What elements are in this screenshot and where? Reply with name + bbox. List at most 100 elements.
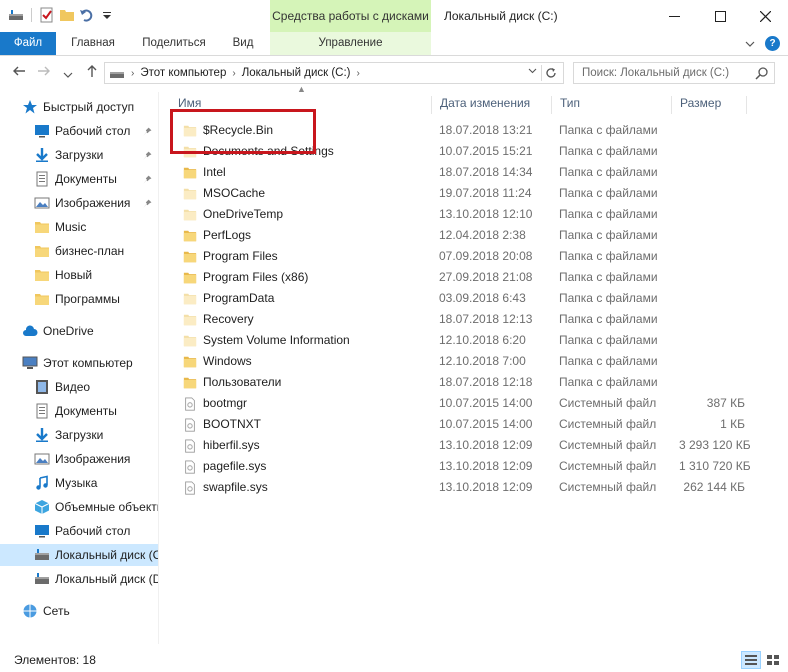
column-header-date[interactable]: Дата изменения bbox=[432, 96, 552, 114]
system-file-icon bbox=[185, 438, 195, 453]
properties-icon[interactable] bbox=[39, 7, 55, 23]
details-view-button[interactable] bbox=[741, 651, 761, 669]
refresh-button[interactable] bbox=[541, 65, 559, 81]
address-dropdown-button[interactable] bbox=[528, 66, 537, 77]
maximize-button[interactable] bbox=[697, 0, 743, 32]
system-file-icon bbox=[185, 396, 195, 411]
file-date: 12.04.2018 2:38 bbox=[439, 228, 526, 242]
sidebar-item[interactable]: Новый bbox=[0, 264, 158, 286]
sidebar-item[interactable]: Этот компьютер bbox=[0, 352, 158, 374]
file-size bbox=[679, 372, 745, 393]
up-button[interactable] bbox=[85, 64, 99, 82]
search-input[interactable]: Поиск: Локальный диск (C:) bbox=[573, 62, 775, 84]
sidebar-item-label: Видео bbox=[55, 380, 91, 394]
file-type: Папка с файлами bbox=[559, 312, 658, 326]
sidebar-item[interactable]: OneDrive bbox=[0, 320, 158, 342]
file-row[interactable]: ProgramData 03.09.2018 6:43 Папка с файлам… bbox=[170, 288, 760, 309]
sidebar-item[interactable]: Музыка bbox=[0, 472, 158, 494]
drive-icon[interactable] bbox=[8, 7, 24, 23]
sidebar-item[interactable]: Рабочий стол bbox=[0, 120, 158, 142]
file-type: Папка с файлами bbox=[559, 144, 658, 158]
close-button[interactable] bbox=[742, 0, 788, 32]
file-row[interactable]: Program Files (x86) 27.09.2018 21:08 Папка… bbox=[170, 267, 760, 288]
expand-ribbon-icon[interactable] bbox=[745, 39, 755, 49]
sidebar-item[interactable]: Изображения bbox=[0, 448, 158, 470]
new-folder-icon[interactable] bbox=[59, 7, 75, 23]
sidebar-item[interactable]: бизнес-план bbox=[0, 240, 158, 262]
video-icon bbox=[36, 380, 48, 394]
sidebar-item[interactable]: Music bbox=[0, 216, 158, 238]
file-row[interactable]: BOOTNXT 10.07.2015 14:00 Системный файл 1 К… bbox=[170, 414, 760, 435]
breadcrumb-separator[interactable]: › bbox=[131, 68, 134, 79]
column-header-size[interactable]: Размер bbox=[672, 96, 747, 114]
maximize-icon bbox=[714, 10, 726, 22]
tab-home[interactable]: Главная bbox=[62, 32, 124, 55]
file-name-cell: OneDriveTemp bbox=[182, 204, 283, 225]
folder-icon bbox=[183, 251, 197, 262]
sidebar-item[interactable]: Локальный диск (D:) bbox=[0, 568, 158, 590]
undo-icon[interactable] bbox=[79, 7, 95, 23]
sidebar-item[interactable]: Изображения bbox=[0, 192, 158, 214]
back-button[interactable] bbox=[12, 64, 26, 82]
folder-icon bbox=[183, 272, 197, 283]
help-icon[interactable]: ? bbox=[765, 36, 780, 51]
cloud-icon bbox=[23, 325, 38, 336]
file-name-cell: System Volume Information bbox=[182, 330, 350, 351]
sidebar-item-label: Рабочий стол bbox=[55, 124, 131, 138]
file-row[interactable]: Intel 18.07.2018 14:34 Папка с файлами bbox=[170, 162, 760, 183]
file-row[interactable]: Пользователи 18.07.2018 12:18 Папка с файл… bbox=[170, 372, 760, 393]
file-row[interactable]: PerfLogs 12.04.2018 2:38 Папка с файлами bbox=[170, 225, 760, 246]
file-date: 10.07.2015 14:00 bbox=[439, 396, 533, 410]
tab-file[interactable]: Файл bbox=[0, 32, 56, 55]
address-row: › Этот компьютер › Локальный диск (C:) ›… bbox=[0, 57, 788, 89]
file-row[interactable]: System Volume Information 12.10.2018 6:20… bbox=[170, 330, 760, 351]
breadcrumb-local-disk[interactable]: Локальный диск (C:) bbox=[242, 67, 351, 79]
search-icon[interactable] bbox=[755, 66, 769, 80]
file-row[interactable]: Program Files 07.09.2018 20:08 Папка с фай… bbox=[170, 246, 760, 267]
file-row[interactable]: pagefile.sys 13.10.2018 12:09 Системный фа… bbox=[170, 456, 760, 477]
file-row[interactable]: swapfile.sys 13.10.2018 12:09 Системный фа… bbox=[170, 477, 760, 498]
sidebar-item-label: Изображения bbox=[55, 196, 131, 210]
file-row[interactable]: OneDriveTemp 13.10.2018 12:10 Папка с файл… bbox=[170, 204, 760, 225]
sidebar-item[interactable]: Видео bbox=[0, 376, 158, 398]
file-row[interactable]: bootmgr 10.07.2015 14:00 Системный файл 387… bbox=[170, 393, 760, 414]
file-row[interactable]: hiberfil.sys 13.10.2018 12:09 Системный фа… bbox=[170, 435, 760, 456]
folder-icon bbox=[183, 335, 197, 346]
file-type: Системный файл bbox=[559, 396, 657, 410]
minimize-button[interactable] bbox=[651, 0, 697, 32]
file-row[interactable]: Windows 12.10.2018 7:00 Папка с файлами bbox=[170, 351, 760, 372]
sidebar-item[interactable]: Документы bbox=[0, 168, 158, 190]
file-row[interactable]: Recovery 18.07.2018 12:13 Папка с файлами bbox=[170, 309, 760, 330]
sidebar-item[interactable]: Рабочий стол bbox=[0, 520, 158, 542]
breadcrumb-this-pc[interactable]: Этот компьютер bbox=[140, 67, 226, 79]
tab-share[interactable]: Поделиться bbox=[134, 32, 214, 55]
sidebar-item-label: Документы bbox=[55, 404, 117, 418]
tab-view[interactable]: Вид bbox=[224, 32, 262, 55]
pane-divider[interactable] bbox=[158, 92, 159, 644]
tab-manage[interactable]: Управление bbox=[270, 32, 431, 55]
breadcrumb-separator[interactable]: › bbox=[357, 68, 360, 79]
sidebar-item[interactable]: Программы bbox=[0, 288, 158, 310]
address-bar[interactable]: › Этот компьютер › Локальный диск (C:) › bbox=[104, 62, 564, 84]
recent-locations-button[interactable] bbox=[63, 67, 73, 84]
sidebar-item[interactable]: Загрузки bbox=[0, 424, 158, 446]
3d-objects-icon bbox=[34, 500, 50, 514]
sidebar-item[interactable]: Локальный диск (C:) bbox=[0, 544, 158, 566]
large-icons-view-button[interactable] bbox=[763, 651, 783, 669]
customize-toolbar-icon[interactable] bbox=[99, 7, 115, 23]
sidebar-item[interactable]: Загрузки bbox=[0, 144, 158, 166]
breadcrumb-separator[interactable]: › bbox=[232, 68, 235, 79]
sidebar-item[interactable]: Быстрый доступ bbox=[0, 96, 158, 118]
column-header-type[interactable]: Тип bbox=[552, 96, 672, 114]
sidebar-item[interactable]: Объемные объекты bbox=[0, 496, 158, 518]
close-icon bbox=[759, 10, 771, 22]
sidebar-item[interactable]: Документы bbox=[0, 400, 158, 422]
folder-icon bbox=[35, 294, 49, 305]
file-size: 3 293 120 КБ bbox=[679, 438, 751, 452]
sidebar-item-label: Music bbox=[55, 220, 87, 234]
file-size bbox=[679, 309, 745, 330]
sidebar-item[interactable]: Сеть bbox=[0, 600, 158, 622]
file-name: System Volume Information bbox=[203, 333, 350, 347]
forward-button[interactable] bbox=[37, 64, 51, 82]
file-row[interactable]: MSOCache 19.07.2018 11:24 Папка с файлами bbox=[170, 183, 760, 204]
